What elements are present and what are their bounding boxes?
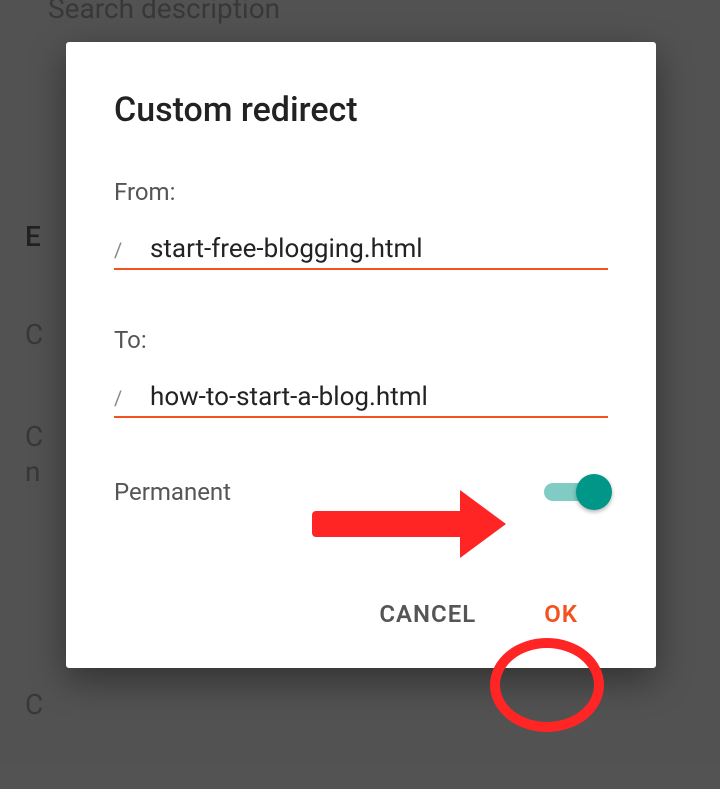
- ok-button[interactable]: OK: [538, 590, 584, 638]
- dialog-actions: CANCEL OK: [114, 590, 608, 638]
- from-field-row: /: [114, 234, 608, 270]
- from-input[interactable]: [150, 234, 608, 264]
- switch-thumb: [576, 474, 612, 510]
- path-slash: /: [114, 386, 150, 410]
- to-input[interactable]: [150, 382, 608, 412]
- from-label: From:: [114, 178, 608, 206]
- permanent-row: Permanent: [114, 474, 608, 510]
- permanent-toggle[interactable]: [544, 474, 608, 510]
- permanent-label: Permanent: [114, 478, 231, 506]
- to-field-row: /: [114, 382, 608, 418]
- to-label: To:: [114, 326, 608, 354]
- dialog-title: Custom redirect: [114, 90, 608, 130]
- cancel-button[interactable]: CANCEL: [373, 590, 482, 638]
- path-slash: /: [114, 238, 150, 262]
- custom-redirect-dialog: Custom redirect From: / To: / Permanent …: [66, 42, 656, 668]
